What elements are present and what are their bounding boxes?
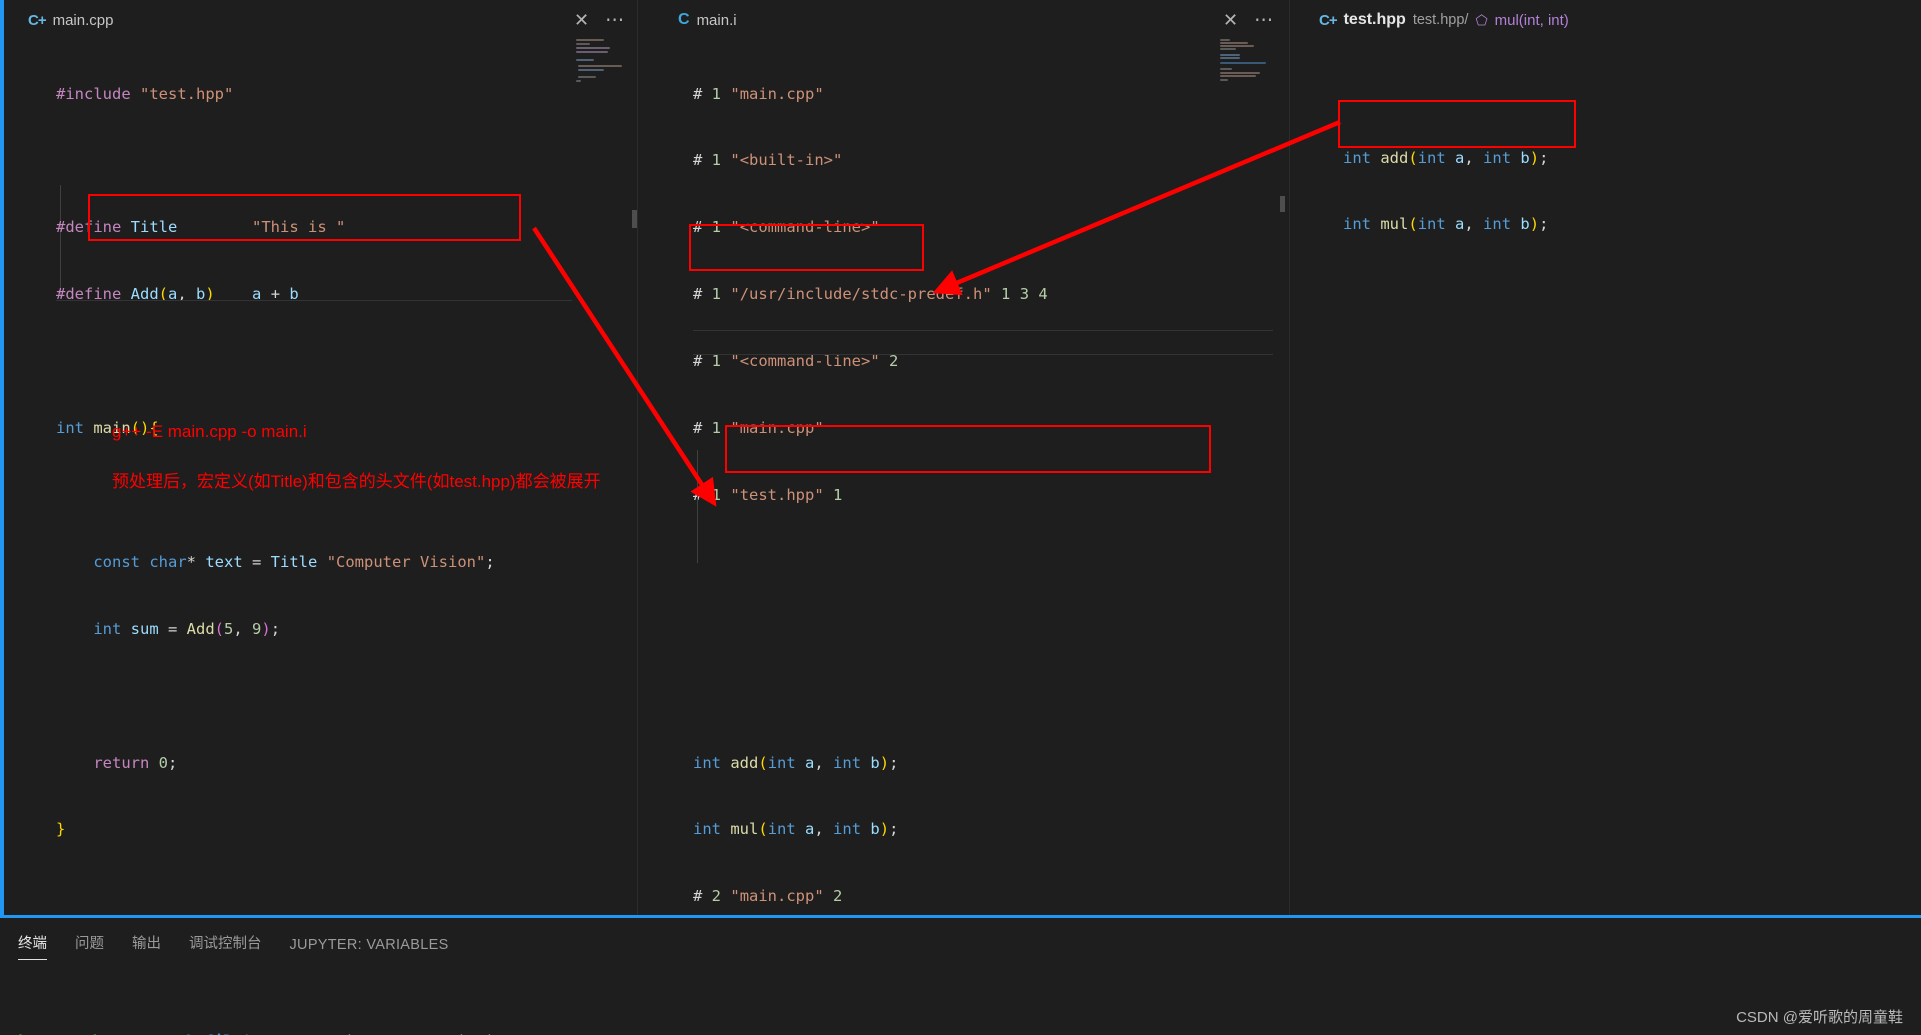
code-line: # 1 "<command-line>" [693, 218, 880, 237]
code-line: return 0; [93, 753, 178, 772]
panel-tab-jupyter-variables[interactable]: JUPYTER: VARIABLES [290, 937, 449, 960]
annotation-note: 预处理后，宏定义(如Title)和包含的头文件(如test.hpp)都会被展开 [112, 472, 601, 491]
editor-group-right: C+ test.hpp test.hpp/ ⬠ mul(int, int) in… [1293, 0, 1921, 915]
breadcrumb-file[interactable]: test.hpp [1344, 11, 1406, 29]
c-file-icon: C [678, 11, 690, 28]
tab-label: main.i [696, 11, 737, 29]
code-line: #define Add(a, b) a + b [56, 285, 299, 304]
code-test-hpp[interactable]: int add(int a, int b); int mul(int a, in… [1343, 102, 1548, 280]
editor-rule [693, 354, 1273, 355]
panel-tab-terminal[interactable]: 终端 [18, 932, 47, 960]
more-actions-icon[interactable]: ⋯ [605, 11, 625, 30]
breadcrumb-path[interactable]: test.hpp/ [1413, 12, 1469, 28]
code-line: # 1 "main.cpp" [693, 419, 824, 438]
panel-tabs: 终端 问题 输出 调试控制台 JUPYTER: VARIABLES [18, 932, 449, 960]
code-line: # 2 "main.cpp" 2 [693, 887, 843, 906]
panel-tab-problems[interactable]: 问题 [75, 932, 104, 960]
panel-tab-debug-console[interactable]: 调试控制台 [189, 932, 262, 960]
tabbar-middle: C main.i ✕ ⋯ [641, 0, 1288, 40]
code-line: # 1 "main.cpp" [693, 84, 824, 103]
annotation-command: g++ -E main.cpp -o main.i [112, 422, 307, 441]
code-line: int sum = Add(5, 9); [93, 619, 281, 638]
code-line: } [56, 820, 66, 839]
code-line: int add(int a, int b); [693, 753, 899, 772]
code-line: int mul(int a, int b); [693, 820, 899, 839]
code-line: # 1 "/usr/include/stdc-predef.h" 1 3 4 [693, 285, 1048, 304]
editor-rule [56, 300, 572, 301]
breadcrumb-test-hpp: C+ test.hpp test.hpp/ ⬠ mul(int, int) [1319, 0, 1569, 40]
code-line: # 1 "test.hpp" 1 [693, 485, 843, 504]
close-icon[interactable]: ✕ [1223, 11, 1238, 29]
close-icon[interactable]: ✕ [574, 11, 589, 29]
editor-group-separator-2[interactable] [1289, 0, 1290, 915]
code-line: int add(int a, int b); [1343, 148, 1549, 167]
code-line: # 1 "<built-in>" [693, 151, 843, 170]
tab-label: main.cpp [52, 11, 114, 29]
terminal-output[interactable]: huanyu@ubuntu:~/makefile$ g++ -E main.cp… [18, 989, 494, 1035]
code-line: #include "test.hpp" [56, 84, 234, 103]
code-line: const char* text = Title "Computer Visio… [93, 552, 495, 571]
minimap-slider-right[interactable] [1280, 196, 1285, 212]
code-main-cpp[interactable]: #include "test.hpp" #define Title "This … [56, 38, 495, 885]
method-symbol-icon: ⬠ [1475, 11, 1488, 28]
panel-tab-output[interactable]: 输出 [132, 932, 161, 960]
cpp-file-icon: C+ [1319, 11, 1338, 29]
code-main-i[interactable]: # 1 "main.cpp" # 1 "<built-in>" # 1 "<co… [693, 38, 1178, 1035]
breadcrumb-symbol[interactable]: mul(int, int) [1495, 12, 1569, 29]
editor-group-middle: C main.i ✕ ⋯ # 1 "main.cpp" # 1 "<built-… [641, 0, 1288, 915]
tab-actions-left: ✕ ⋯ [574, 0, 625, 40]
terminal-line: huanyu@ubuntu:~/makefile$ g++ -E main.cp… [18, 1031, 494, 1035]
tab-actions-middle: ✕ ⋯ [1223, 0, 1274, 40]
code-line: int mul(int a, int b); [1343, 215, 1549, 234]
panel-top-border [0, 915, 1921, 918]
code-line: #define Title "This is " [56, 218, 346, 237]
more-actions-icon[interactable]: ⋯ [1254, 11, 1274, 30]
tab-main-cpp[interactable]: C+ main.cpp [28, 0, 113, 40]
editor-group-left: C+ main.cpp ✕ ⋯ #include "test.hpp" #def… [4, 0, 637, 915]
tabbar-left: C+ main.cpp ✕ ⋯ [4, 0, 636, 40]
screenshot-root: C+ main.cpp ✕ ⋯ #include "test.hpp" #def… [0, 0, 1921, 1035]
minimap-left[interactable] [574, 38, 626, 86]
tab-main-i[interactable]: C main.i [678, 0, 737, 40]
editor-group-separator-1[interactable] [637, 0, 638, 915]
minimap-right[interactable] [1218, 38, 1270, 88]
editor-rule [693, 330, 1273, 331]
cpp-file-icon: C+ [28, 11, 47, 29]
indent-guide [697, 450, 698, 563]
bottom-panel: 终端 问题 输出 调试控制台 JUPYTER: VARIABLES huanyu… [0, 915, 1921, 1035]
watermark: CSDN @爱听歌的周童鞋 [1736, 1009, 1903, 1026]
